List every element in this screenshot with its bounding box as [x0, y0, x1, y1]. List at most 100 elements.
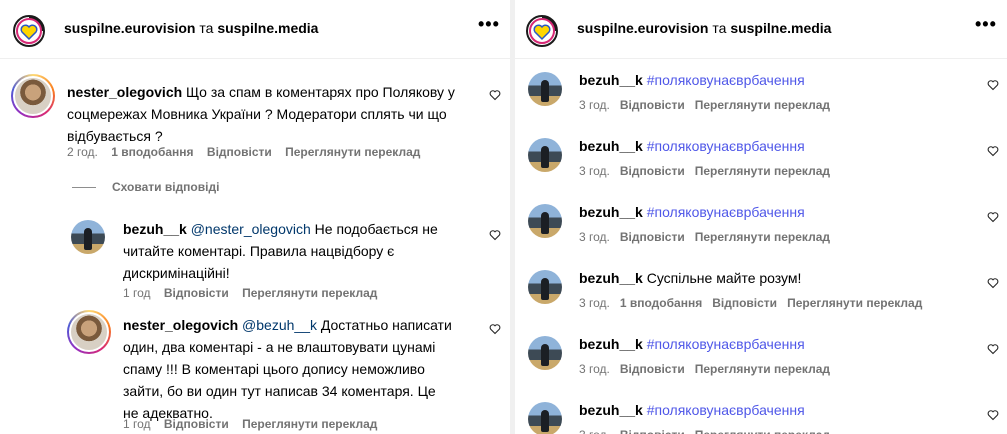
avatar[interactable]: [71, 220, 105, 254]
more-icon[interactable]: •••: [478, 14, 500, 35]
comment-username[interactable]: bezuh__k: [579, 402, 643, 418]
avatar[interactable]: [528, 336, 562, 370]
reply-button[interactable]: Відповісти: [620, 230, 685, 244]
reply-meta: 1 год Відповісти Переглянути переклад: [123, 417, 387, 431]
hashtag-link[interactable]: #поляковунаєврбачення: [647, 138, 805, 154]
hashtag-link[interactable]: #поляковунаєврбачення: [647, 204, 805, 220]
left-post-panel: suspilne.eurovision та suspilne.media ••…: [0, 0, 510, 434]
comment-body: bezuh__k #поляковунаєврбачення: [579, 201, 959, 223]
see-translation-button[interactable]: Переглянути переклад: [695, 164, 830, 178]
see-translation-button[interactable]: Переглянути переклад: [695, 230, 830, 244]
heart-icon[interactable]: [987, 277, 999, 289]
header-separator: та: [199, 20, 214, 36]
reply-button[interactable]: Відповісти: [164, 286, 229, 300]
reply-time: 1 год: [123, 417, 151, 431]
post-header-title: suspilne.eurovision та suspilne.media: [577, 20, 831, 36]
comment-text: Суспільне майте розум!: [646, 270, 802, 286]
comment-meta: 3 год. Відповісти Переглянути переклад: [579, 362, 840, 376]
see-translation-button[interactable]: Переглянути переклад: [242, 286, 377, 300]
hashtag-link[interactable]: #поляковунаєврбачення: [647, 72, 805, 88]
hashtag-link[interactable]: #поляковунаєврбачення: [647, 336, 805, 352]
reply-button[interactable]: Відповісти: [620, 362, 685, 376]
comment-username[interactable]: bezuh__k: [579, 204, 643, 220]
avatar[interactable]: [528, 138, 562, 172]
comment-time: 3 год.: [579, 428, 610, 434]
reply-body: nester_olegovich @bezuh__k Достатньо нап…: [123, 314, 453, 424]
comment-body: bezuh__k #поляковунаєврбачення: [579, 135, 959, 157]
comment-body: bezuh__k Суспільне майте розум!: [579, 267, 959, 289]
avatar[interactable]: [528, 204, 562, 238]
account-link[interactable]: suspilne.eurovision: [577, 20, 708, 36]
comment-username[interactable]: nester_olegovich: [67, 84, 182, 100]
reply-button[interactable]: Відповісти: [207, 145, 272, 159]
see-translation-button[interactable]: Переглянути переклад: [787, 296, 922, 310]
comment-body: nester_olegovich Що за спам в коментарях…: [67, 81, 467, 147]
reply-button[interactable]: Відповісти: [620, 98, 685, 112]
post-header-title: suspilne.eurovision та suspilne.media: [64, 20, 318, 36]
comment-time: 2 год.: [67, 145, 98, 159]
comment-username[interactable]: bezuh__k: [579, 336, 643, 352]
comment-meta: 3 год. Відповісти Переглянути переклад: [579, 98, 840, 112]
reply-button[interactable]: Відповісти: [164, 417, 229, 431]
avatar[interactable]: [67, 310, 111, 354]
hashtag-link[interactable]: #поляковунаєврбачення: [647, 402, 805, 418]
hide-replies-button[interactable]: Сховати відповіді: [72, 180, 219, 194]
comment-meta: 2 год. 1 вподобання Відповісти Перегляну…: [67, 145, 430, 159]
reply-username[interactable]: nester_olegovich: [123, 317, 238, 333]
see-translation-button[interactable]: Переглянути переклад: [285, 145, 420, 159]
comment-username[interactable]: bezuh__k: [579, 138, 643, 154]
reply-meta: 1 год Відповісти Переглянути переклад: [123, 286, 387, 300]
right-post-panel: suspilne.eurovision та suspilne.media ••…: [515, 0, 1007, 434]
comment-time: 3 год.: [579, 164, 610, 178]
avatar[interactable]: [528, 72, 562, 106]
account-link[interactable]: suspilne.media: [730, 20, 831, 36]
comment-body: bezuh__k #поляковунаєврбачення: [579, 399, 959, 421]
see-translation-button[interactable]: Переглянути переклад: [695, 362, 830, 376]
likes-count[interactable]: 1 вподобання: [111, 145, 193, 159]
hide-replies-label: Сховати відповіді: [112, 180, 220, 194]
avatar[interactable]: [528, 270, 562, 304]
post-header: suspilne.eurovision та suspilne.media ••…: [0, 0, 510, 59]
comment-time: 3 год.: [579, 362, 610, 376]
divider-line: [72, 187, 96, 189]
likes-count[interactable]: 1 вподобання: [620, 296, 702, 310]
heart-icon[interactable]: [489, 229, 501, 241]
heart-icon[interactable]: [489, 323, 501, 335]
reply-button[interactable]: Відповісти: [620, 164, 685, 178]
comment-time: 3 год.: [579, 98, 610, 112]
comment-meta: 3 год. Відповісти Переглянути переклад: [579, 230, 840, 244]
reply-body: bezuh__k @nester_olegovich Не подобаєтьс…: [123, 218, 453, 284]
post-header: suspilne.eurovision та suspilne.media ••…: [515, 0, 1007, 59]
heart-icon[interactable]: [987, 211, 999, 223]
see-translation-button[interactable]: Переглянути переклад: [695, 428, 830, 434]
avatar[interactable]: [528, 402, 562, 434]
see-translation-button[interactable]: Переглянути переклад: [695, 98, 830, 112]
account-link[interactable]: suspilne.media: [217, 20, 318, 36]
more-icon[interactable]: •••: [975, 14, 997, 35]
see-translation-button[interactable]: Переглянути переклад: [242, 417, 377, 431]
heart-icon[interactable]: [987, 343, 999, 355]
comment-username[interactable]: bezuh__k: [579, 270, 643, 286]
mention-link[interactable]: @bezuh__k: [242, 317, 317, 333]
comment-time: 3 год.: [579, 296, 610, 310]
comment-meta: 3 год. Відповісти Переглянути переклад: [579, 164, 840, 178]
reply-time: 1 год: [123, 286, 151, 300]
account-link[interactable]: suspilne.eurovision: [64, 20, 195, 36]
comment-meta: 3 год. 1 вподобання Відповісти Переглянути …: [579, 296, 932, 310]
suspilne-logo-icon[interactable]: [525, 12, 559, 48]
avatar[interactable]: [11, 74, 55, 118]
comment-meta: 3 год. Відповісти Переглянути переклад: [579, 428, 840, 434]
comment-body: bezuh__k #поляковунаєврбачення: [579, 69, 959, 91]
suspilne-logo-icon[interactable]: [12, 12, 46, 48]
reply-button[interactable]: Відповісти: [620, 428, 685, 434]
heart-icon[interactable]: [987, 79, 999, 91]
heart-icon[interactable]: [987, 409, 999, 421]
reply-username[interactable]: bezuh__k: [123, 221, 187, 237]
comment-time: 3 год.: [579, 230, 610, 244]
reply-button[interactable]: Відповісти: [712, 296, 777, 310]
comment-username[interactable]: bezuh__k: [579, 72, 643, 88]
heart-icon[interactable]: [987, 145, 999, 157]
heart-icon[interactable]: [489, 89, 501, 101]
mention-link[interactable]: @nester_olegovich: [191, 221, 311, 237]
header-separator: та: [712, 20, 727, 36]
